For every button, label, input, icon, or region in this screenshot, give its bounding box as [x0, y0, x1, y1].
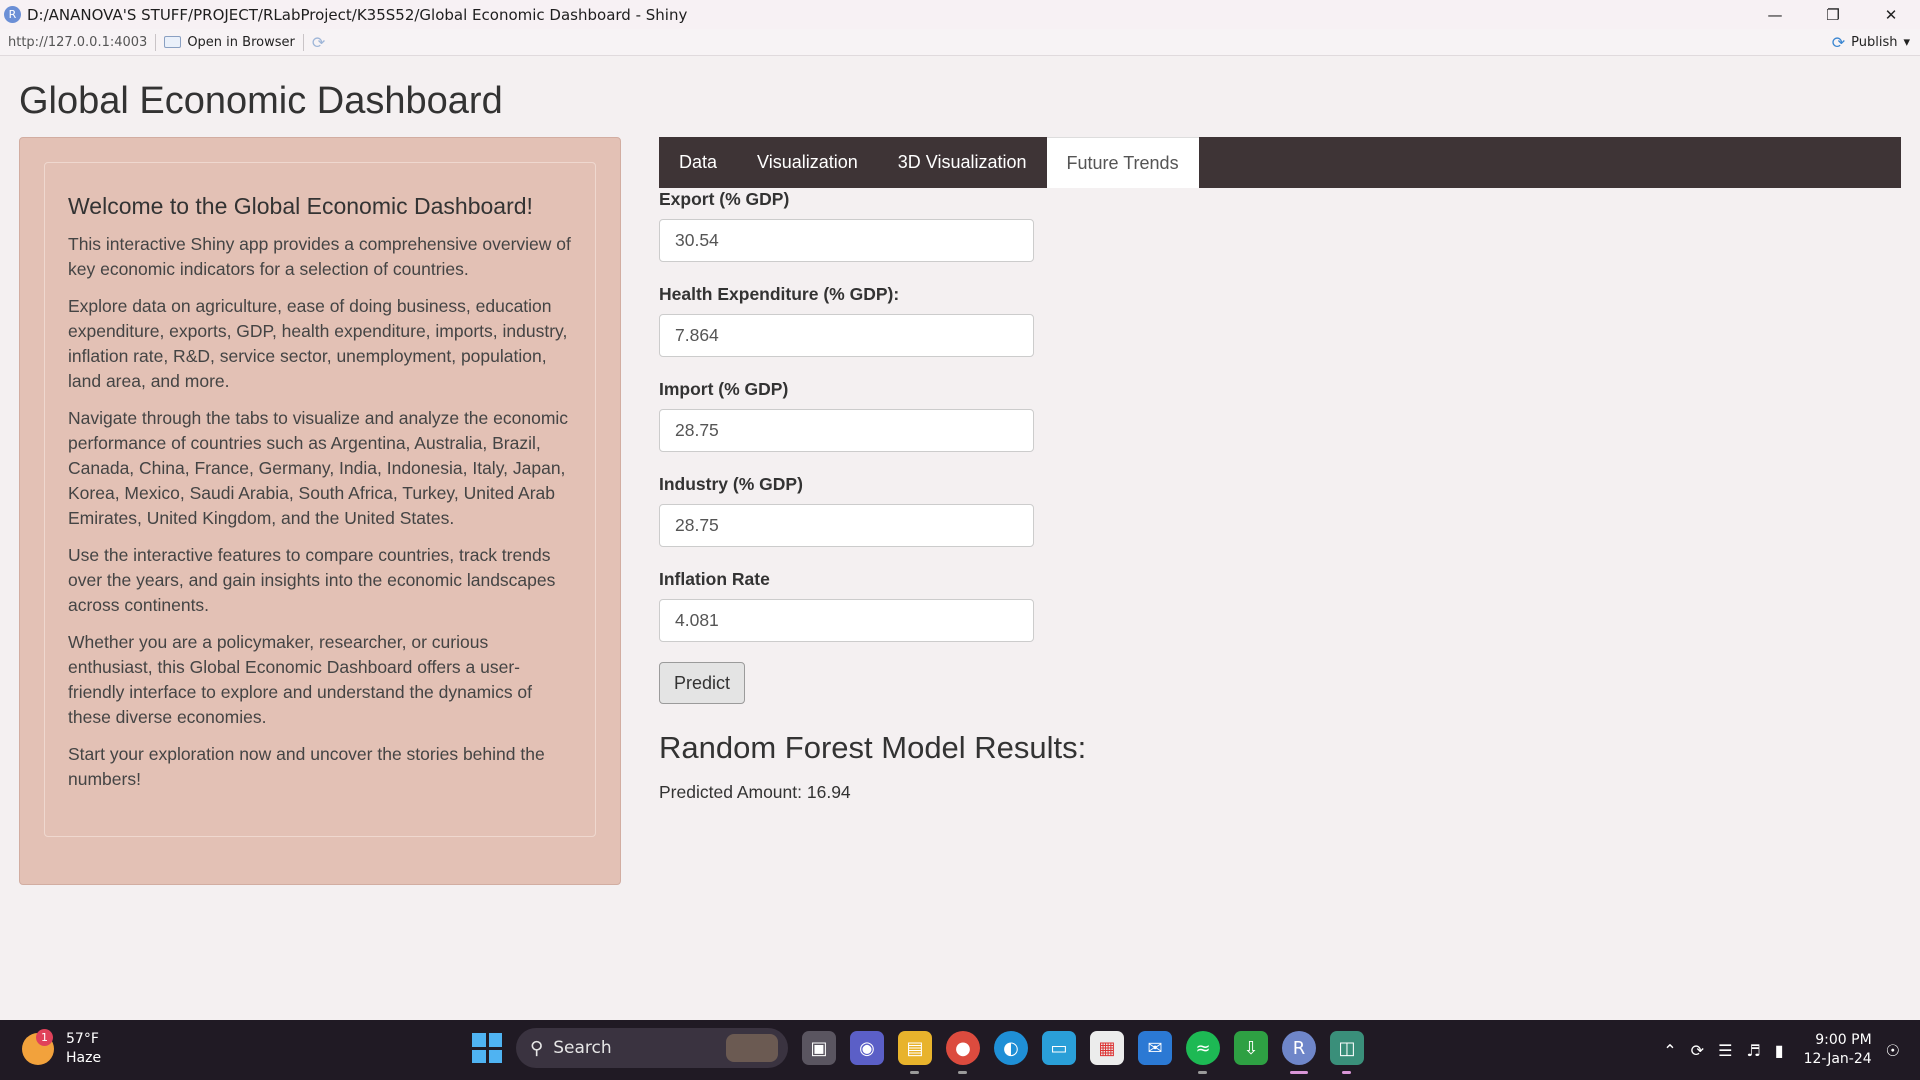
edge-icon[interactable]: ◐ [994, 1031, 1028, 1065]
open-in-browser-button[interactable]: Open in Browser [164, 35, 295, 50]
cloud-download-icon[interactable]: ⇩ [1234, 1031, 1268, 1065]
health-expenditure-label: Health Expenditure (% GDP): [659, 284, 900, 304]
url-display[interactable]: http://127.0.0.1:4003 [8, 35, 147, 50]
shiny-window-icon[interactable]: ◫ [1330, 1031, 1364, 1074]
wifi-icon[interactable]: ☰ [1718, 1041, 1732, 1060]
welcome-paragraph: Explore data on agriculture, ease of doi… [68, 296, 568, 391]
sidebar-panel: Welcome to the Global Economic Dashboard… [19, 137, 621, 885]
window-controls: — ❐ ✕ [1746, 0, 1920, 29]
welcome-paragraph: Whether you are a policymaker, researche… [68, 632, 533, 727]
publish-icon: ⟳ [1831, 33, 1846, 52]
industry-label: Industry (% GDP) [659, 474, 803, 494]
weather-description: Haze [66, 1050, 102, 1066]
windows-start-icon[interactable] [472, 1033, 502, 1063]
file-explorer-icon[interactable]: ▤ [898, 1031, 932, 1074]
search-highlight-image [726, 1034, 778, 1062]
r-studio-icon[interactable]: R [1282, 1031, 1316, 1074]
taskbar-search[interactable]: ⚲ Search [516, 1028, 788, 1068]
chrome-icon[interactable]: ● [946, 1031, 980, 1074]
tab-visualization[interactable]: Visualization [737, 137, 878, 188]
notification-bell-icon[interactable]: ☉ [1886, 1041, 1900, 1060]
tab-data[interactable]: Data [659, 137, 737, 188]
search-icon: ⚲ [530, 1037, 544, 1059]
remote-desktop-icon[interactable]: ▭ [1042, 1031, 1076, 1065]
notification-badge: 1 [36, 1029, 53, 1046]
clock-time: 9:00 PM [1815, 1032, 1872, 1048]
welcome-paragraph: This interactive Shiny app provides a co… [68, 234, 571, 279]
restore-icon[interactable]: ❐ [1804, 0, 1862, 29]
sync-icon[interactable]: ⟳ [1691, 1041, 1704, 1060]
welcome-panel: Welcome to the Global Economic Dashboard… [44, 162, 596, 837]
toolbar-divider [302, 33, 304, 51]
inflation-rate-label: Inflation Rate [659, 569, 770, 589]
r-logo-icon: R [4, 6, 21, 23]
taskbar: 1 57°F Haze ⚲ Search ▣ ◉ ▤ ● ◐ ▭ ▦ ✉ ≈ ⇩… [0, 1020, 1920, 1080]
task-view-icon[interactable]: ▣ [802, 1031, 836, 1065]
spotify-icon[interactable]: ≈ [1186, 1031, 1220, 1074]
clock-date: 12-Jan-24 [1803, 1051, 1872, 1067]
weather-temperature: 57°F [66, 1031, 99, 1047]
mail-icon[interactable]: ✉ [1138, 1031, 1172, 1065]
chevron-up-icon[interactable]: ⌃ [1663, 1041, 1676, 1060]
chevron-down-icon: ▾ [1903, 35, 1910, 50]
export-label: Export (% GDP) [659, 189, 790, 209]
taskbar-apps: ⚲ Search ▣ ◉ ▤ ● ◐ ▭ ▦ ✉ ≈ ⇩ R ◫ [472, 1028, 1364, 1074]
window-title: D:/ANANOVA'S STUFF/PROJECT/RLabProject/K… [27, 5, 688, 24]
weather-widget[interactable]: 1 57°F Haze [22, 1029, 102, 1068]
welcome-paragraph: Use the interactive features to compare … [68, 545, 556, 615]
tab-future-trends[interactable]: Future Trends [1046, 137, 1199, 188]
teams-chat-icon[interactable]: ◉ [850, 1031, 884, 1065]
battery-icon[interactable]: ▮ [1775, 1041, 1784, 1060]
import-input[interactable] [659, 409, 1034, 452]
refresh-icon[interactable]: ⟳ [312, 33, 325, 52]
window-titlebar: R D:/ANANOVA'S STUFF/PROJECT/RLabProject… [0, 0, 1920, 29]
welcome-heading: Welcome to the Global Economic Dashboard… [68, 193, 533, 219]
search-label: Search [553, 1038, 612, 1058]
system-tray: ⌃ ⟳ ☰ ♬ ▮ 9:00 PM 12-Jan-24 ☉ [1663, 1020, 1920, 1080]
clock[interactable]: 9:00 PM 12-Jan-24 [1804, 1031, 1872, 1069]
predict-button[interactable]: Predict [659, 662, 745, 704]
microsoft-store-icon[interactable]: ▦ [1090, 1031, 1124, 1065]
page-title: Global Economic Dashboard [19, 80, 503, 122]
open-in-browser-label: Open in Browser [187, 34, 295, 50]
inflation-rate-input[interactable] [659, 599, 1034, 642]
toolbar-divider [155, 33, 157, 51]
main-tabs: Data Visualization 3D Visualization Futu… [659, 137, 1901, 188]
export-input[interactable] [659, 219, 1034, 262]
publish-label: Publish [1851, 35, 1898, 50]
publish-button[interactable]: ⟳ Publish ▾ [1832, 29, 1910, 56]
health-expenditure-input[interactable] [659, 314, 1034, 357]
industry-input[interactable] [659, 504, 1034, 547]
predicted-amount: Predicted Amount: 16.94 [659, 782, 851, 802]
prediction-form: Export (% GDP) Health Expenditure (% GDP… [659, 189, 1086, 803]
close-icon[interactable]: ✕ [1862, 0, 1920, 29]
viewer-toolbar: http://127.0.0.1:4003 Open in Browser ⟳ … [0, 29, 1920, 56]
welcome-paragraph: Start your exploration now and uncover t… [68, 744, 545, 789]
welcome-paragraph: Navigate through the tabs to visualize a… [68, 408, 569, 528]
volume-icon[interactable]: ♬ [1746, 1041, 1760, 1060]
browser-window-icon [164, 36, 182, 48]
import-label: Import (% GDP) [659, 379, 789, 399]
weather-haze-icon: 1 [22, 1029, 54, 1065]
results-title: Random Forest Model Results: [659, 730, 1087, 765]
minimize-icon[interactable]: — [1746, 0, 1804, 29]
tab-3d-visualization[interactable]: 3D Visualization [878, 137, 1047, 188]
